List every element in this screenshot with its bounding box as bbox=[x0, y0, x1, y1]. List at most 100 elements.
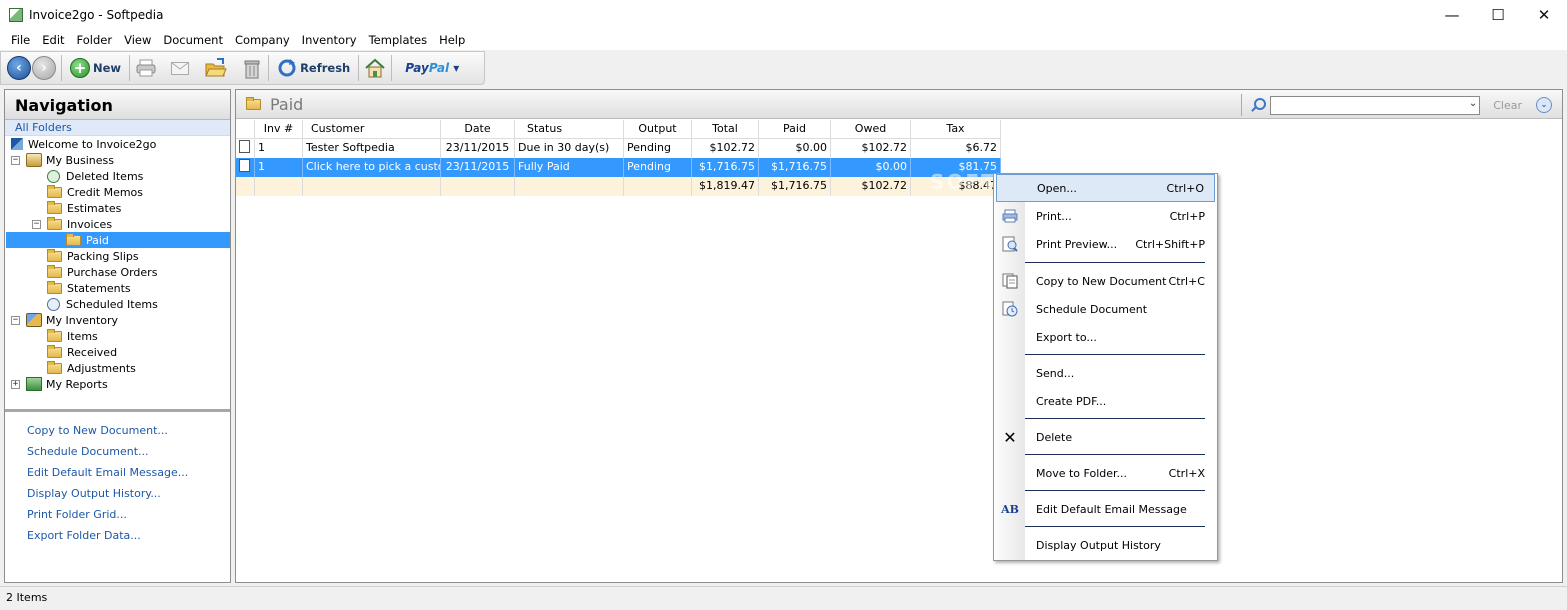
column-header-paid[interactable]: Paid bbox=[759, 120, 831, 139]
column-header-total[interactable]: Total bbox=[692, 120, 759, 139]
tree-item-scheduled-items[interactable]: Scheduled Items bbox=[47, 296, 158, 312]
tree-item-my-reports[interactable]: + My Reports bbox=[11, 376, 108, 392]
refresh-button[interactable]: Refresh bbox=[274, 54, 353, 82]
menu-item-display-output-history[interactable]: Display Output History bbox=[994, 531, 1217, 559]
menu-item-schedule-document[interactable]: Schedule Document bbox=[994, 295, 1217, 323]
tree-item-deleted-items[interactable]: Deleted Items bbox=[47, 168, 143, 184]
delete-button[interactable] bbox=[241, 57, 263, 79]
tree-item-paid[interactable]: Paid bbox=[6, 232, 230, 248]
menu-bar: File Edit Folder View Document Company I… bbox=[0, 30, 1567, 50]
menu-item-shortcut: Ctrl+Shift+P bbox=[1135, 237, 1205, 251]
menu-file[interactable]: File bbox=[5, 33, 36, 47]
menu-item-open[interactable]: Open... Ctrl+O bbox=[996, 174, 1215, 202]
email-button[interactable] bbox=[169, 57, 191, 79]
chevron-down-icon[interactable]: ⌄ bbox=[1469, 98, 1477, 109]
column-header-tax[interactable]: Tax bbox=[911, 120, 1001, 139]
menu-item-create-pdf[interactable]: Create PDF... bbox=[994, 387, 1217, 415]
clock-icon bbox=[47, 297, 60, 311]
column-header-owed[interactable]: Owed bbox=[831, 120, 911, 139]
expand-icon[interactable]: + bbox=[11, 379, 20, 389]
menu-separator bbox=[1025, 262, 1205, 263]
tax-sum: $88.47 bbox=[911, 177, 1001, 196]
tree-item-credit-memos[interactable]: Credit Memos bbox=[47, 184, 143, 200]
menu-item-send[interactable]: Send... bbox=[994, 359, 1217, 387]
collapse-icon[interactable]: − bbox=[11, 155, 20, 165]
menu-separator bbox=[1025, 454, 1205, 455]
document-icon bbox=[239, 140, 250, 153]
open-folder-button[interactable] bbox=[205, 57, 227, 79]
totals-spacer bbox=[515, 177, 624, 196]
menu-edit[interactable]: Edit bbox=[36, 33, 70, 47]
owed-sum: $102.72 bbox=[831, 177, 911, 196]
tree-item-welcome[interactable]: Welcome to Invoice2go bbox=[11, 136, 156, 152]
menu-view[interactable]: View bbox=[118, 33, 157, 47]
collapse-icon[interactable]: − bbox=[32, 219, 41, 229]
tree-item-my-inventory[interactable]: − My Inventory bbox=[11, 312, 118, 328]
collapse-icon[interactable]: − bbox=[11, 315, 20, 325]
totals-row: $1,819.47 $1,716.75 $102.72 $88.47 bbox=[236, 177, 1001, 196]
minimize-button[interactable]: — bbox=[1429, 0, 1475, 30]
close-button[interactable]: ✕ bbox=[1521, 0, 1567, 30]
column-header-status[interactable]: Status bbox=[515, 120, 624, 139]
tree-item-estimates[interactable]: Estimates bbox=[47, 200, 121, 216]
task-export-folder-data[interactable]: Export Folder Data... bbox=[5, 525, 230, 546]
task-edit-default-email[interactable]: Edit Default Email Message... bbox=[5, 462, 230, 483]
home-button[interactable] bbox=[364, 57, 386, 79]
tree-item-received[interactable]: Received bbox=[47, 344, 117, 360]
tree-item-purchase-orders[interactable]: Purchase Orders bbox=[47, 264, 157, 280]
menu-document[interactable]: Document bbox=[157, 33, 229, 47]
tree-item-items[interactable]: Items bbox=[47, 328, 98, 344]
clear-button[interactable]: Clear bbox=[1493, 99, 1522, 112]
menu-item-copy-to-new-document[interactable]: Copy to New Document Ctrl+C bbox=[994, 267, 1217, 295]
all-folders-link[interactable]: All Folders bbox=[5, 120, 230, 136]
menu-item-move-to-folder[interactable]: Move to Folder... Ctrl+X bbox=[994, 459, 1217, 487]
menu-item-print-preview[interactable]: Print Preview... Ctrl+Shift+P bbox=[994, 230, 1217, 258]
tree-item-label: My Business bbox=[46, 153, 115, 167]
paypal-button[interactable]: PayPal ▾ bbox=[397, 61, 467, 75]
print-button[interactable] bbox=[135, 57, 157, 79]
table-row-selected[interactable]: 1 Click here to pick a customer 23/11/20… bbox=[236, 158, 1001, 177]
tree-item-invoices[interactable]: − Invoices bbox=[32, 216, 112, 232]
forward-button[interactable]: › bbox=[32, 56, 56, 80]
menu-item-delete[interactable]: ✕ Delete bbox=[994, 423, 1217, 451]
task-copy-to-new-document[interactable]: Copy to New Document... bbox=[5, 420, 230, 441]
menu-item-export[interactable]: Export to... bbox=[994, 323, 1217, 351]
column-header-icon[interactable] bbox=[236, 120, 255, 139]
new-button[interactable]: + New bbox=[67, 54, 124, 82]
column-header-output[interactable]: Output bbox=[624, 120, 692, 139]
search-input[interactable]: ⌄ bbox=[1270, 95, 1481, 115]
tree-item-packing-slips[interactable]: Packing Slips bbox=[47, 248, 139, 264]
context-menu: Open... Ctrl+O Print... Ctrl+P Print Pre… bbox=[993, 173, 1218, 561]
column-header-customer[interactable]: Customer bbox=[303, 120, 441, 139]
tree-item-adjustments[interactable]: Adjustments bbox=[47, 360, 136, 376]
maximize-button[interactable]: ☐ bbox=[1475, 0, 1521, 30]
menu-inventory[interactable]: Inventory bbox=[296, 33, 363, 47]
column-header-inv[interactable]: Inv # bbox=[255, 120, 303, 139]
menu-item-print[interactable]: Print... Ctrl+P bbox=[994, 202, 1217, 230]
envelope-icon bbox=[171, 61, 190, 75]
cell-paid: $0.00 bbox=[759, 139, 831, 158]
task-print-folder-grid[interactable]: Print Folder Grid... bbox=[5, 504, 230, 525]
table-row[interactable]: 1 Tester Softpedia 23/11/2015 Due in 30 … bbox=[236, 139, 1001, 158]
back-button[interactable]: ‹ bbox=[7, 56, 31, 80]
menu-item-label: Print... bbox=[1036, 209, 1072, 223]
panel-splitter[interactable] bbox=[5, 409, 230, 412]
menu-templates[interactable]: Templates bbox=[363, 33, 433, 47]
tree-item-statements[interactable]: Statements bbox=[47, 280, 131, 296]
menu-company[interactable]: Company bbox=[229, 33, 296, 47]
folder-icon bbox=[47, 200, 62, 214]
chevron-down-icon[interactable]: ⌄ bbox=[1536, 97, 1552, 113]
task-display-output-history[interactable]: Display Output History... bbox=[5, 483, 230, 504]
tree-item-my-business[interactable]: − My Business bbox=[11, 152, 114, 168]
column-header-date[interactable]: Date bbox=[441, 120, 515, 139]
menu-item-label: Delete bbox=[1036, 430, 1073, 444]
search-area: ⌄ Clear ⌄ bbox=[1241, 94, 1552, 116]
new-button-label: New bbox=[93, 61, 122, 75]
search-icon[interactable] bbox=[1250, 97, 1267, 113]
cell-customer[interactable]: Click here to pick a customer bbox=[303, 158, 441, 177]
open-folder-icon bbox=[205, 58, 227, 77]
task-schedule-document[interactable]: Schedule Document... bbox=[5, 441, 230, 462]
menu-help[interactable]: Help bbox=[433, 33, 471, 47]
menu-folder[interactable]: Folder bbox=[71, 33, 119, 47]
menu-item-edit-default-email[interactable]: AB Edit Default Email Message bbox=[994, 495, 1217, 523]
